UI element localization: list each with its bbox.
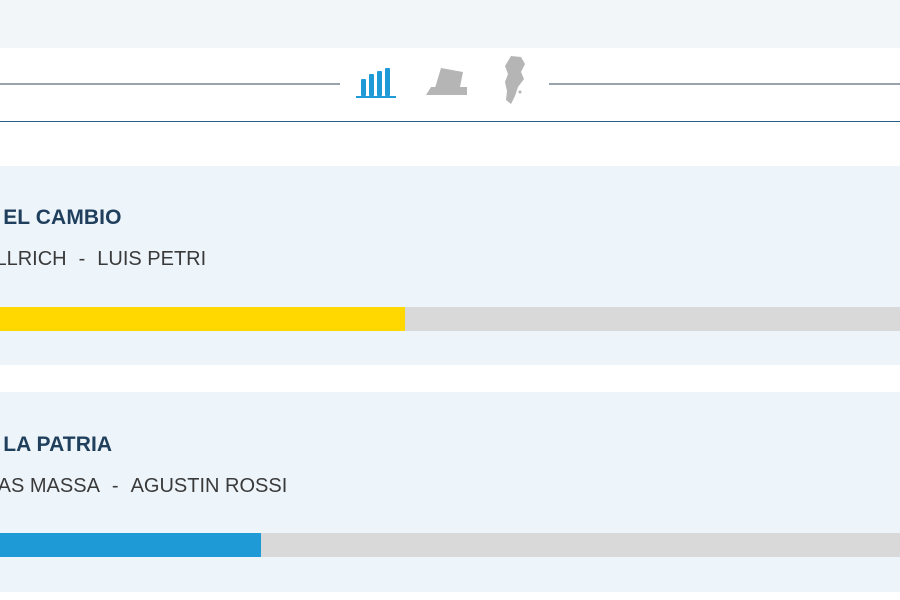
ballot-view-tab[interactable] xyxy=(423,60,469,104)
bar-chart-view-tab[interactable] xyxy=(353,60,399,104)
vote-share-bar xyxy=(0,533,900,557)
top-band xyxy=(0,0,900,48)
view-toolbar xyxy=(0,48,900,122)
party-name: R LA PATRIA xyxy=(0,433,113,456)
bar-chart-icon xyxy=(356,68,396,98)
vote-share-bar xyxy=(0,307,900,331)
divider-right xyxy=(549,83,900,85)
candidate-vice: AGUSTIN ROSSI xyxy=(130,475,288,497)
candidate-separator: - xyxy=(111,475,119,497)
result-card: R LA PATRIA MAS MASSA-AGUSTIN ROSSI xyxy=(0,392,900,592)
party-name: R EL CAMBIO xyxy=(0,206,122,229)
map-view-tab[interactable] xyxy=(491,56,537,104)
divider-left xyxy=(0,83,340,85)
argentina-map-icon xyxy=(505,56,525,104)
candidate-vice: LUIS PETRI xyxy=(97,248,207,270)
vote-share-fill xyxy=(0,533,261,557)
candidates: ULLRICH-LUIS PETRI xyxy=(0,248,206,271)
candidates: MAS MASSA-AGUSTIN ROSSI xyxy=(0,475,287,498)
ballot-box-icon xyxy=(426,68,467,95)
vote-share-fill xyxy=(0,307,405,331)
candidate-president: MAS MASSA xyxy=(0,475,100,497)
candidate-separator: - xyxy=(78,248,86,270)
candidate-president: ULLRICH xyxy=(0,248,67,270)
result-card: R EL CAMBIO ULLRICH-LUIS PETRI xyxy=(0,166,900,365)
